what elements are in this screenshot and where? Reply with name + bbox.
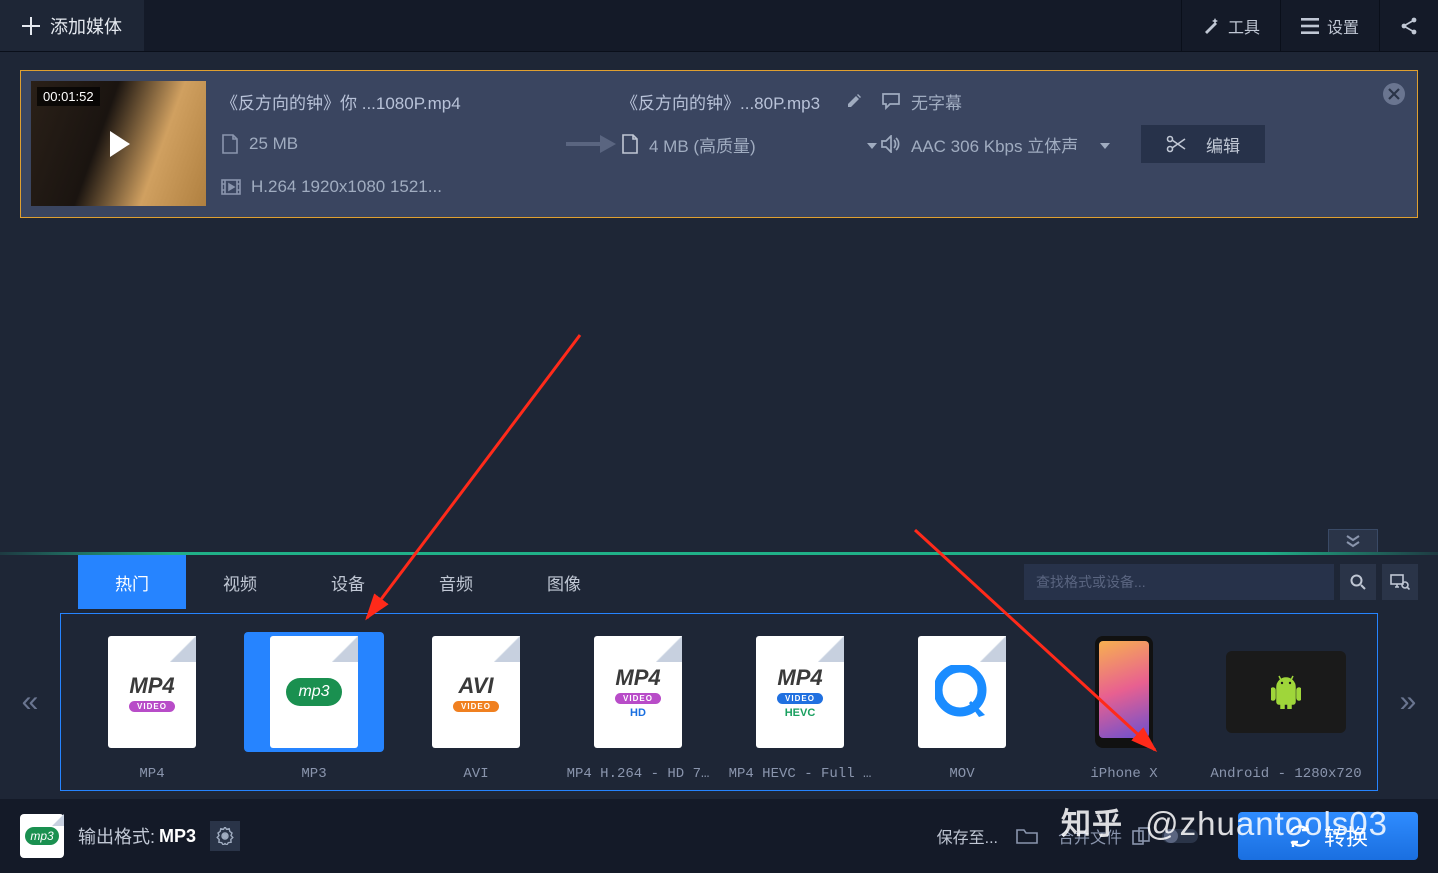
format-tile-mov[interactable]: MOV [881,628,1043,782]
toggle-off-icon [1162,827,1198,845]
target-size[interactable]: 4 MB (高质量) [649,132,756,157]
format-carousel: « MP4VIDEO MP4 mp3 MP3 AVIVIDEO AVI [0,609,1438,799]
speaker-icon [881,135,901,153]
phone-icon [1095,636,1153,748]
close-icon [1388,88,1400,100]
speech-bubble-icon [881,92,901,110]
carousel-next[interactable]: » [1378,613,1438,791]
footer-bar: mp3 输出格式: MP3 保存至... 合并文件 转换 [0,799,1438,873]
source-codec: H.264 1920x1080 1521... [251,177,442,197]
tab-popular[interactable]: 热门 [78,555,186,609]
search-button[interactable] [1340,564,1376,600]
save-to-label: 保存至... [937,824,998,848]
file-icon [221,134,239,154]
format-grid: MP4VIDEO MP4 mp3 MP3 AVIVIDEO AVI MP4VID… [60,613,1378,791]
merge-icon [1132,827,1152,845]
plus-icon [22,17,40,35]
format-search-input[interactable] [1024,564,1334,600]
device-detect-button[interactable] [1382,564,1418,600]
thumbnail-timestamp: 00:01:52 [37,87,100,106]
file-icon [621,134,639,154]
format-label: MOV [949,766,974,782]
format-label: iPhone X [1090,766,1157,782]
format-label: MP4 HEVC - Full … [729,766,872,782]
format-tile-mp4-hd[interactable]: MP4VIDEO HD MP4 H.264 - HD 7… [557,628,719,782]
audio-info[interactable]: AAC 306 Kbps 立体声 [911,132,1078,157]
output-format-icon: mp3 [20,814,64,858]
tab-device[interactable]: 设备 [294,555,402,609]
add-media-label: 添加媒体 [50,13,122,39]
format-tile-mp4-hevc[interactable]: MP4VIDEO HEVC MP4 HEVC - Full … [719,628,881,782]
double-chevron-down-icon [1345,534,1361,548]
top-toolbar: 添加媒体 工具 设置 [0,0,1438,52]
folder-icon[interactable] [1016,827,1038,845]
source-size: 25 MB [249,134,298,154]
tab-video[interactable]: 视频 [186,555,294,609]
collapse-panel-button[interactable] [1328,529,1378,552]
tab-audio[interactable]: 音频 [402,555,510,609]
source-filename: 《反方向的钟》你 ...1080P.mp4 [221,89,561,114]
caret-down-icon [1100,143,1110,149]
edit-label: 编辑 [1206,132,1240,157]
output-format-label: 输出格式: [78,823,155,849]
wand-icon [1202,17,1220,35]
output-settings-button[interactable] [210,821,240,851]
tools-label: 工具 [1228,14,1260,38]
search-icon [1350,574,1366,590]
panel-divider [0,552,1438,555]
remove-item-button[interactable] [1383,83,1405,105]
media-info-grid: 《反方向的钟》你 ...1080P.mp4 《反方向的钟》...80P.mp3 … [206,81,1407,207]
android-icon [1271,675,1301,709]
audio-dropdown[interactable] [1096,134,1114,154]
convert-icon [1288,825,1312,847]
format-tile-iphonex[interactable]: iPhone X [1043,628,1205,782]
merge-label: 合并文件 [1058,824,1122,848]
convert-button[interactable]: 转换 [1238,812,1418,860]
pencil-icon[interactable] [846,93,862,109]
format-label: Android - 1280x720 [1210,766,1361,782]
tools-button[interactable]: 工具 [1181,0,1280,51]
convert-label: 转换 [1324,820,1368,852]
format-tile-mp3[interactable]: mp3 MP3 [233,628,395,782]
subtitle-label[interactable]: 无字幕 [911,89,962,114]
quicktime-icon [935,665,989,719]
arrow-right-icon [566,135,616,153]
caret-down-icon [867,143,877,149]
gear-icon [216,827,234,845]
media-item[interactable]: 00:01:52 《反方向的钟》你 ...1080P.mp4 《反方向的钟》..… [20,70,1418,218]
target-filename: 《反方向的钟》...80P.mp3 [621,89,820,114]
format-tile-mp4[interactable]: MP4VIDEO MP4 [71,628,233,782]
add-media-button[interactable]: 添加媒体 [0,0,144,51]
tab-image[interactable]: 图像 [510,555,618,609]
output-format-value: MP3 [159,826,196,847]
format-label: MP4 [139,766,164,782]
tablet-icon [1226,651,1346,733]
media-thumbnail[interactable]: 00:01:52 [31,81,206,206]
save-to-button[interactable]: 保存至... [919,816,1016,856]
settings-button[interactable]: 设置 [1280,0,1379,51]
format-label: AVI [463,766,488,782]
share-icon [1400,17,1418,35]
carousel-prev[interactable]: « [0,613,60,791]
format-tile-avi[interactable]: AVIVIDEO AVI [395,628,557,782]
edit-button[interactable]: 编辑 [1141,125,1265,163]
format-label: MP3 [301,766,326,782]
format-panel: 热门 视频 设备 音频 图像 « MP4VIDEO MP4 [0,552,1438,799]
format-tabs: 热门 视频 设备 音频 图像 [0,555,1438,609]
share-button[interactable] [1379,0,1438,51]
format-tile-android[interactable]: Android - 1280x720 [1205,628,1367,782]
scissors-icon [1166,135,1186,153]
hamburger-icon [1301,18,1319,34]
merge-files-toggle[interactable]: 合并文件 [1038,824,1218,848]
format-label: MP4 H.264 - HD 7… [567,766,710,782]
play-icon[interactable] [104,129,134,159]
device-search-icon [1390,574,1410,590]
settings-label: 设置 [1327,14,1359,38]
video-codec-icon [221,179,241,195]
size-dropdown[interactable] [863,134,881,154]
